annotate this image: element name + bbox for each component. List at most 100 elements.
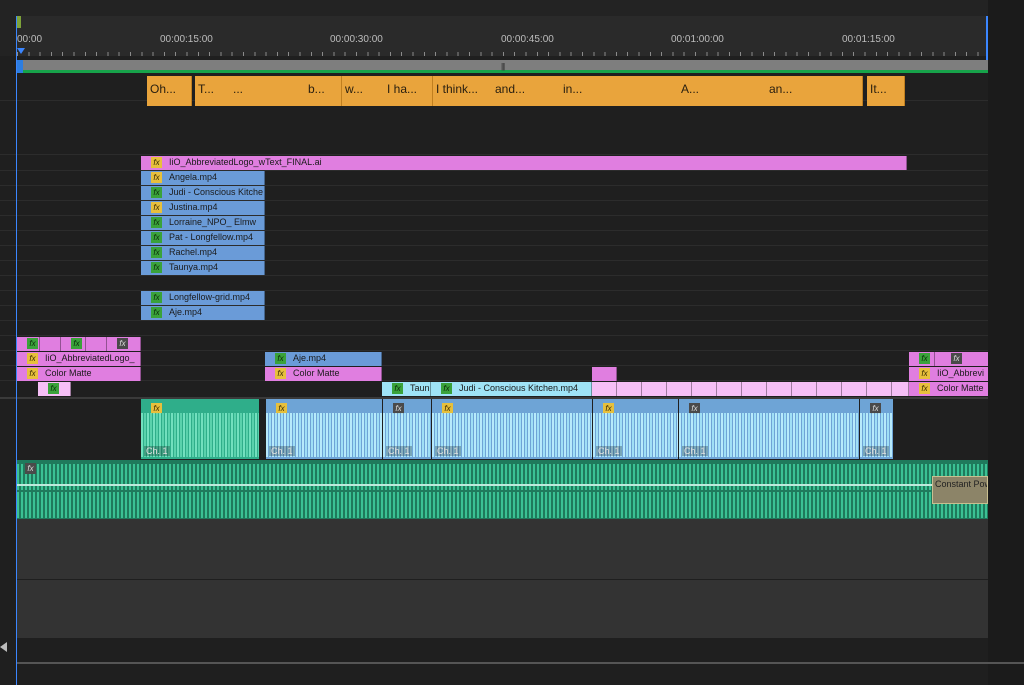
channel-label: Ch. 1	[435, 446, 461, 456]
empty-audio-track-1[interactable]	[17, 519, 988, 579]
fx-badge: fx	[275, 368, 286, 379]
clip-light-pink[interactable]	[767, 382, 792, 396]
clip-small-pink[interactable]: fx	[61, 337, 86, 351]
caption-clip[interactable]	[539, 76, 562, 106]
fx-badge: fx	[27, 338, 38, 349]
clip-light-pink[interactable]	[642, 382, 667, 396]
clip-light-pink[interactable]	[617, 382, 642, 396]
caption-clip[interactable]: in...	[560, 76, 593, 106]
audio-clip[interactable]: fx Ch. 1	[432, 399, 593, 459]
clip-right-logo[interactable]: fx IiO_Abbrevi	[909, 367, 989, 381]
audio-waveform	[17, 464, 988, 490]
clip-light-pink[interactable]	[592, 382, 617, 396]
tick-label-0: 00:00	[17, 34, 43, 45]
clip-angela[interactable]: fx Angela.mp4	[141, 171, 265, 185]
clip-light-pink[interactable]	[867, 382, 892, 396]
zoom-scrollbar[interactable]: |||	[17, 60, 988, 73]
clip-light-pink[interactable]	[842, 382, 867, 396]
zoom-handle-left[interactable]	[17, 60, 23, 73]
clip-light-pink[interactable]	[692, 382, 717, 396]
clip-light-pink[interactable]	[892, 382, 909, 396]
clip-small-pink[interactable]: fx	[17, 337, 40, 351]
caption-clip[interactable]: I ha...	[384, 76, 433, 106]
caption-clip[interactable]: A...	[678, 76, 714, 106]
music-audio-clip[interactable]: fx	[17, 460, 988, 519]
clip-mid-aje[interactable]: fx Aje.mp4	[265, 352, 382, 366]
fx-badge: fx	[951, 353, 962, 364]
track-separator	[17, 662, 1024, 664]
caption-clip[interactable]	[282, 76, 306, 106]
audio-clip[interactable]: fx Ch. 1	[141, 399, 260, 459]
scroll-left-icon[interactable]	[0, 642, 7, 652]
caption-clip[interactable]: w...	[342, 76, 385, 106]
audio-waveform	[17, 492, 988, 518]
caption-clip[interactable]: I think...	[433, 76, 493, 106]
clip-small-pink[interactable]	[40, 337, 61, 351]
audio-clip[interactable]: fx Ch. 1	[593, 399, 679, 459]
caption-clip[interactable]: and...	[492, 76, 541, 106]
clip-justina[interactable]: fx Justina.mp4	[141, 201, 265, 215]
channel-label: Ch. 1	[144, 446, 170, 456]
playhead-handle[interactable]	[17, 48, 25, 54]
clip-light-pink[interactable]	[817, 382, 842, 396]
caption-clip[interactable]: b...	[305, 76, 342, 106]
tick-label-60s: 00:01:00:00	[671, 34, 724, 45]
caption-clip[interactable]: ...	[230, 76, 267, 106]
audio-clip[interactable]: fx Ch. 1	[266, 399, 383, 459]
caption-clip[interactable]	[839, 76, 863, 106]
clip-left-color-matte[interactable]: fx Color Matte	[17, 367, 141, 381]
clip-small-pink[interactable]: fx	[107, 337, 141, 351]
clip-right-color-matte[interactable]: fx Color Matte	[909, 382, 989, 396]
clip-judi-long[interactable]: fx Judi - Conscious Kitchen.mp4	[431, 382, 592, 396]
clip-mid-color-matte[interactable]: fx Color Matte	[265, 367, 382, 381]
time-ruler[interactable]: 00:00 00:00:15:00 00:00:30:00 00:00:45:0…	[0, 0, 1024, 56]
out-point-marker	[986, 16, 988, 60]
fx-badge: fx	[151, 157, 162, 168]
clip-judi[interactable]: fx Judi - Conscious Kitche	[141, 186, 265, 200]
clip-left-logo[interactable]: fx IiO_AbbreviatedLogo_	[17, 352, 141, 366]
transition-label: Constant Pow	[935, 479, 988, 489]
clip-taunya[interactable]: fx Taunya.mp4	[141, 261, 265, 275]
channel-label: Ch. 1	[682, 446, 708, 456]
clip-small-pink[interactable]: fx	[935, 352, 989, 366]
empty-audio-track-2[interactable]	[17, 580, 988, 638]
audio-clip[interactable]: fx Ch. 1	[679, 399, 860, 459]
clip-light-pink[interactable]	[667, 382, 692, 396]
clip-small-pink[interactable]: fx	[909, 352, 935, 366]
zoom-grip[interactable]: |||	[501, 62, 505, 71]
fx-badge: fx	[27, 368, 38, 379]
caption-clip[interactable]: It...	[867, 76, 905, 106]
clip-light-pink[interactable]	[742, 382, 767, 396]
caption-clip[interactable]	[810, 76, 841, 106]
audio-clip[interactable]: fx Ch. 1	[383, 399, 432, 459]
fx-badge: fx	[151, 232, 162, 243]
clip-small-pink[interactable]	[86, 337, 107, 351]
clip-aje[interactable]: fx Aje.mp4	[141, 306, 265, 320]
caption-clip[interactable]	[592, 76, 616, 106]
clip-light-pink[interactable]	[717, 382, 742, 396]
volume-line[interactable]	[17, 484, 988, 486]
tick-label-15s: 00:00:15:00	[160, 34, 213, 45]
constant-power-transition[interactable]: Constant Pow	[932, 476, 988, 504]
fx-badge: fx	[48, 383, 59, 394]
playhead[interactable]	[16, 16, 17, 685]
fx-badge: fx	[27, 353, 38, 364]
caption-clip[interactable]: T...	[195, 76, 231, 106]
clip-longfellow-grid[interactable]: fx Longfellow-grid.mp4	[141, 291, 265, 305]
tick-label-30s: 00:00:30:00	[330, 34, 383, 45]
clip-taun[interactable]: fx Taun	[382, 382, 431, 396]
tick-label-45s: 00:00:45:00	[501, 34, 554, 45]
clip-light-pink[interactable]	[792, 382, 817, 396]
clip-rachel[interactable]: fx Rachel.mp4	[141, 246, 265, 260]
clip-light-pink[interactable]: fx	[38, 382, 71, 396]
caption-clip[interactable]: Oh...	[147, 76, 192, 106]
clip-logo-title[interactable]: fx IiO_AbbreviatedLogo_wText_FINAL.ai	[141, 156, 907, 170]
caption-clip[interactable]	[712, 76, 740, 106]
in-point-marker	[17, 16, 21, 28]
clip-small-pink[interactable]	[592, 367, 617, 381]
audio-clip[interactable]: fx Ch. 1	[860, 399, 894, 459]
clip-lorraine[interactable]: fx Lorraine_NPO_ Elmw	[141, 216, 265, 230]
caption-clip[interactable]: an...	[766, 76, 812, 106]
clip-pat[interactable]: fx Pat - Longfellow.mp4	[141, 231, 265, 245]
caption-clip[interactable]	[614, 76, 680, 106]
